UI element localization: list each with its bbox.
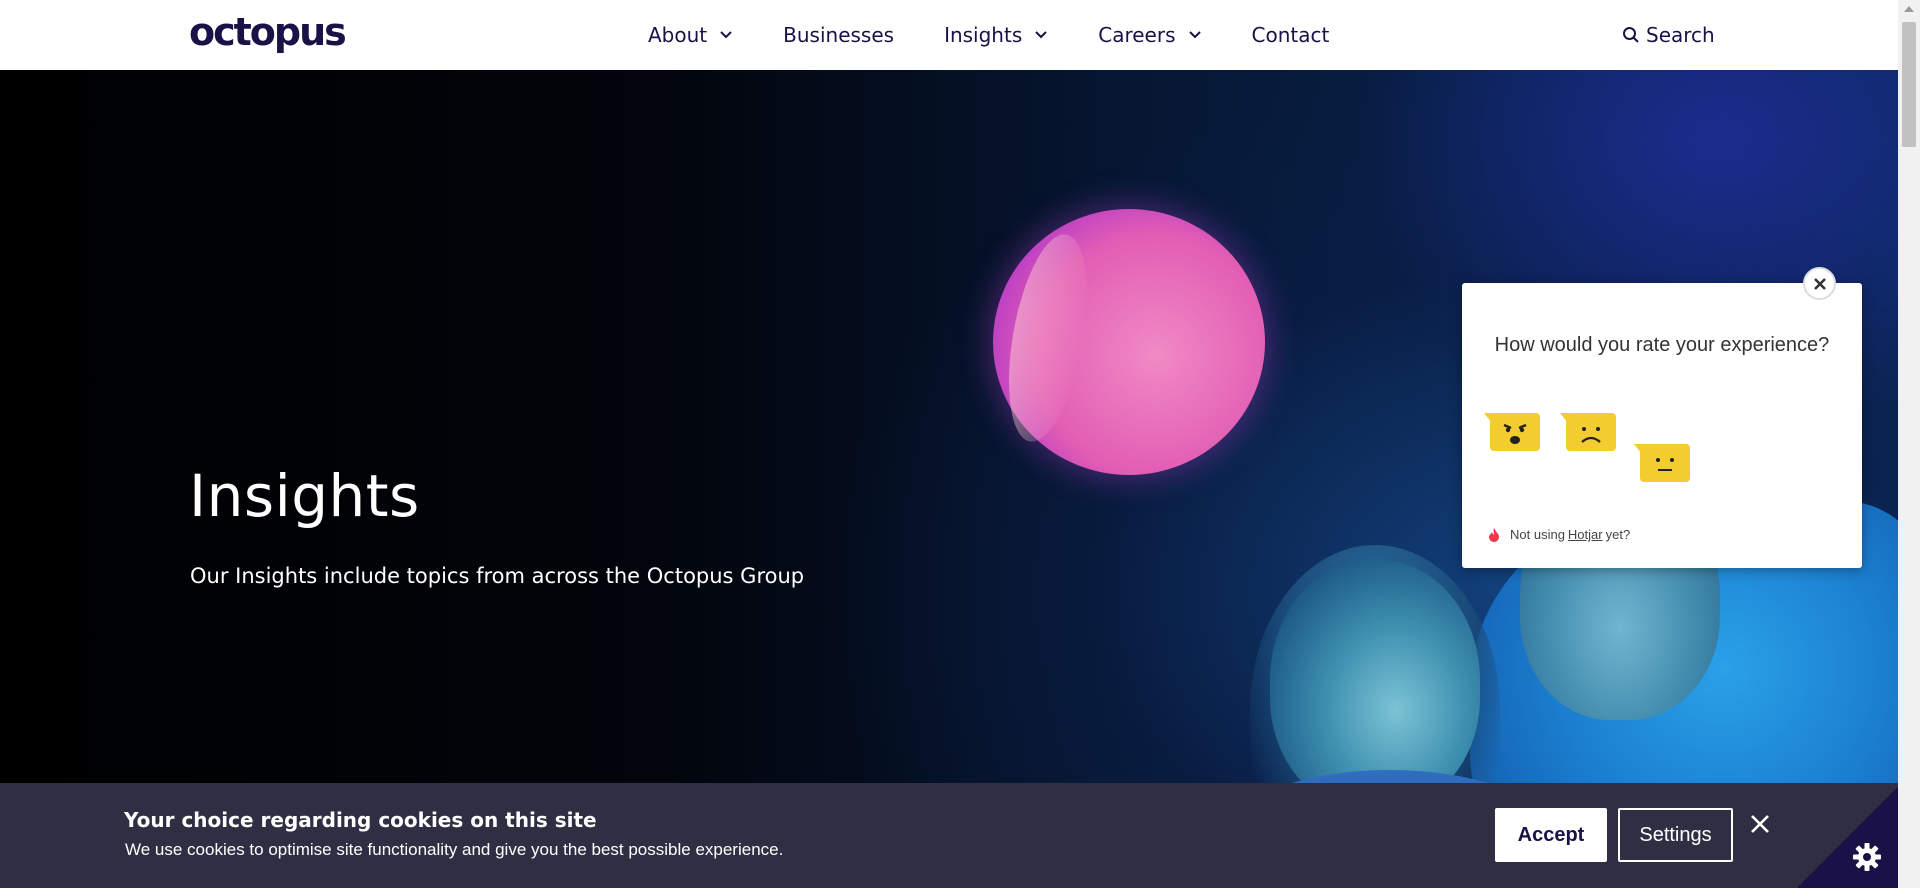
close-icon xyxy=(1813,277,1826,290)
top-navigation-bar: octopus About Businesses Insights Career… xyxy=(0,0,1898,70)
cookie-settings-corner xyxy=(1798,786,1898,888)
rating-sad-button[interactable] xyxy=(1560,413,1616,451)
nav-item-label: Insights xyxy=(944,23,1023,47)
accept-cookies-button[interactable]: Accept xyxy=(1495,808,1607,862)
chevron-down-icon xyxy=(1188,31,1201,39)
scrollbar-thumb[interactable] xyxy=(1902,22,1916,147)
neutral-face-icon xyxy=(1656,458,1674,471)
page-scrollbar[interactable] xyxy=(1898,0,1920,888)
cookie-settings-button[interactable]: Settings xyxy=(1618,808,1733,862)
nav-item-careers[interactable]: Careers xyxy=(1098,0,1201,70)
search-icon xyxy=(1623,27,1639,43)
rating-angry-button[interactable] xyxy=(1484,413,1540,451)
hero-subtitle: Our Insights include topics from across … xyxy=(190,564,805,588)
nav-item-about[interactable]: About xyxy=(648,0,733,70)
survey-close-button[interactable] xyxy=(1803,267,1836,300)
cookie-banner-title: Your choice regarding cookies on this si… xyxy=(124,808,597,832)
chevron-down-icon xyxy=(720,31,732,39)
main-nav: About Businesses Insights Careers Contac… xyxy=(648,0,1379,70)
hotjar-link[interactable]: Hotjar xyxy=(1568,527,1603,542)
hotjar-flame-icon xyxy=(1489,527,1499,542)
octopus-logo[interactable]: octopus xyxy=(189,10,347,54)
survey-footer-prefix: Not using xyxy=(1510,527,1565,542)
gear-icon[interactable] xyxy=(1852,842,1882,872)
search-label: Search xyxy=(1646,23,1715,47)
search-button[interactable]: Search xyxy=(1622,0,1715,70)
nav-item-label: Businesses xyxy=(783,23,895,47)
nav-item-label: Contact xyxy=(1251,23,1330,47)
nav-item-businesses[interactable]: Businesses xyxy=(783,0,894,70)
survey-footer-suffix: yet? xyxy=(1605,527,1631,542)
nav-item-label: Careers xyxy=(1098,23,1176,47)
nav-item-label: About xyxy=(648,23,708,47)
scroll-up-arrow-icon[interactable] xyxy=(1904,6,1914,12)
nav-item-insights[interactable]: Insights xyxy=(944,0,1048,70)
survey-question: How would you rate your experience? xyxy=(1494,334,1830,356)
survey-footer: Not using Hotjar yet? xyxy=(1488,527,1630,542)
rating-neutral-button[interactable] xyxy=(1634,444,1690,482)
sad-face-icon xyxy=(1581,427,1601,443)
page-title: Insights xyxy=(189,462,420,530)
cookie-consent-banner: Your choice regarding cookies on this si… xyxy=(0,783,1898,888)
nav-item-contact[interactable]: Contact xyxy=(1252,0,1330,70)
cookie-banner-text: We use cookies to optimise site function… xyxy=(125,840,784,859)
hero-planet-image xyxy=(993,209,1265,475)
close-icon[interactable] xyxy=(1747,811,1773,837)
angry-face-icon xyxy=(1503,423,1527,444)
chevron-down-icon xyxy=(1035,31,1047,39)
feedback-survey-widget: How would you rate your experience? Not … xyxy=(1462,283,1862,568)
